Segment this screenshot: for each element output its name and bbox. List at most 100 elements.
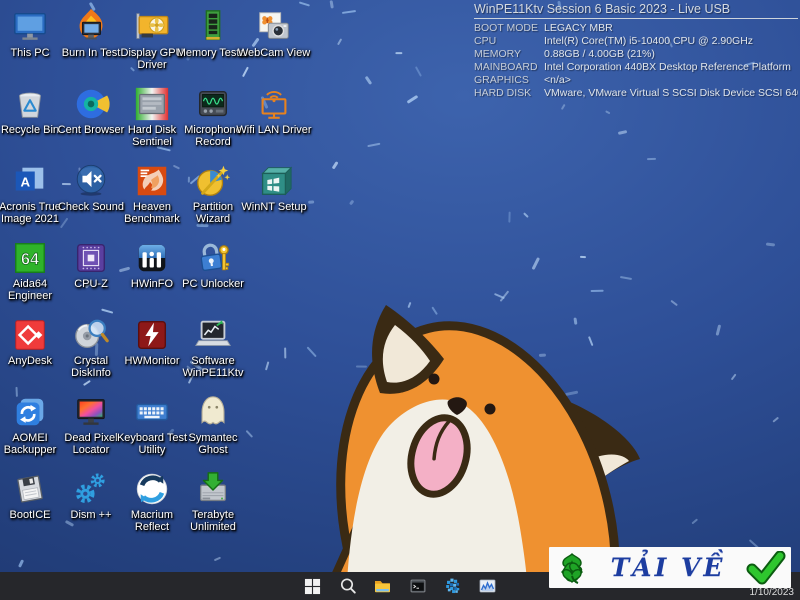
- desktop-icon-label: Terabyte Unlimited: [175, 510, 251, 533]
- system-info-row: BOOT MODELEGACY MBR: [474, 22, 798, 35]
- symantec-ghost-icon: [194, 393, 232, 431]
- taskbar-pe-tools-button[interactable]: [439, 572, 466, 600]
- desktop-icon-label: Symantec Ghost: [175, 433, 251, 456]
- aida64-icon: 64: [11, 239, 49, 277]
- taskbar-task-manager-button[interactable]: [474, 572, 501, 600]
- wallpaper-streak: [691, 518, 698, 524]
- clover-icon: [554, 550, 590, 586]
- task-manager-icon: [478, 577, 497, 595]
- wallpaper-streak: [772, 417, 779, 423]
- system-info-value: LEGACY MBR: [544, 22, 798, 35]
- taskbar-file-explorer-button[interactable]: [369, 572, 396, 600]
- system-info-value: <n/a>: [544, 74, 798, 87]
- taskbar-date[interactable]: 1/10/2023: [750, 588, 795, 598]
- macrium-reflect-icon: [133, 470, 171, 508]
- wallpaper-streak: [299, 2, 310, 7]
- system-info-row: GRAPHICS<n/a>: [474, 74, 798, 87]
- wallpaper-streak: [716, 325, 721, 336]
- microphone-record-icon: [194, 85, 232, 123]
- winnt-setup-icon: [255, 162, 293, 200]
- wallpaper-streak: [670, 300, 678, 306]
- wallpaper-streak: [365, 76, 372, 85]
- system-info-label: MAINBOARD: [474, 61, 544, 74]
- wallpaper-streak: [531, 257, 539, 270]
- heaven-benchmark-icon: [133, 162, 171, 200]
- system-info-row: MEMORY0.88GB / 4.00GB (21%): [474, 48, 798, 61]
- wallpaper-streak: [395, 52, 402, 54]
- wallpaper-streak: [647, 157, 656, 159]
- desktop-icon-winnt-setup[interactable]: WinNT Setup: [236, 162, 312, 214]
- system-info-row: CPUIntel(R) Core(TM) i5-10400 CPU @ 2.90…: [474, 35, 798, 48]
- wallpaper-streak: [342, 10, 356, 14]
- wallpaper-streak: [331, 161, 338, 169]
- system-info-value: VMware, VMware Virtual S SCSI Disk Devic…: [544, 87, 798, 100]
- anydesk-icon: [11, 316, 49, 354]
- bootice-icon: [11, 470, 49, 508]
- partition-wizard-icon: [194, 162, 232, 200]
- wallpaper-streak: [349, 200, 354, 206]
- search-icon: [339, 577, 357, 595]
- wallpaper-streak: [561, 104, 566, 110]
- wallpaper-streak: [337, 38, 342, 45]
- svg-text:A: A: [20, 175, 30, 190]
- acronis-icon: A: [11, 162, 49, 200]
- taskbar-search-button[interactable]: [334, 572, 361, 600]
- wallpaper-streak: [580, 255, 586, 257]
- taskbar-command-prompt-button[interactable]: [404, 572, 431, 600]
- wallpaper-streak: [523, 212, 528, 217]
- recycle-bin-icon: [11, 85, 49, 123]
- system-info-overlay: WinPE11Ktv Session 6 Basic 2023 - Live U…: [474, 2, 798, 99]
- system-info-label: MEMORY: [474, 48, 544, 61]
- wallpaper-streak: [242, 66, 249, 77]
- wallpaper-streak: [407, 96, 418, 104]
- wallpaper-streak: [766, 243, 775, 247]
- wallpaper-streak: [285, 348, 287, 359]
- wallpaper-streak: [265, 362, 270, 371]
- download-banner[interactable]: TẢI VỀ: [549, 547, 791, 588]
- command-prompt-icon: [409, 577, 427, 595]
- wallpaper-streak: [591, 290, 604, 292]
- system-info-label: HARD DISK: [474, 87, 544, 100]
- system-info-row: MAINBOARDIntel Corporation 440BX Desktop…: [474, 61, 798, 74]
- wallpaper-streak: [330, 0, 334, 8]
- system-info-label: GRAPHICS: [474, 74, 544, 87]
- desktop-icon-label: WebCam View: [236, 48, 312, 60]
- wallpaper-streak: [618, 130, 627, 134]
- wallpaper-streak: [605, 110, 611, 115]
- wallpaper-streak: [509, 211, 511, 222]
- hard-disk-sentinel-icon: [133, 85, 171, 123]
- wallpaper-streak: [731, 374, 737, 381]
- start-icon: [304, 578, 321, 595]
- system-info-label: BOOT MODE: [474, 22, 544, 35]
- desktop-icon-label: Software WinPE11Ktv: [175, 356, 251, 379]
- wifi-lan-driver-icon: [255, 85, 293, 123]
- desktop-icon-webcam-view[interactable]: WebCam View: [236, 8, 312, 60]
- system-info-rows: BOOT MODELEGACY MBRCPUIntel(R) Core(TM) …: [474, 22, 798, 99]
- desktop-icon-software-winpe11ktv[interactable]: Software WinPE11Ktv: [175, 316, 251, 379]
- system-info-row: HARD DISKVMware, VMware Virtual S SCSI D…: [474, 87, 798, 100]
- software-winpe11ktv-icon: [194, 316, 232, 354]
- hwinfo-icon: [133, 239, 171, 277]
- display-gpu-driver-icon: [133, 8, 171, 46]
- taskbar-start-button[interactable]: [299, 572, 326, 600]
- this-pc-icon: [11, 8, 49, 46]
- system-info-value: Intel(R) Core(TM) i5-10400 CPU @ 2.90GHz: [544, 35, 798, 48]
- system-info-label: CPU: [474, 35, 544, 48]
- desktop-icon-pc-unlocker[interactable]: PC Unlocker: [175, 239, 251, 291]
- terabyte-unlimited-icon: [194, 470, 232, 508]
- desktop-icon-wifi-lan-driver[interactable]: Wifi LAN Driver: [236, 85, 312, 137]
- desktop-icon-label: WinNT Setup: [236, 202, 312, 214]
- wallpaper-streak: [415, 67, 421, 77]
- pe-tools-icon: [443, 577, 462, 596]
- file-explorer-icon: [373, 577, 392, 595]
- wallpaper-streak: [18, 559, 24, 568]
- check-sound-icon: [72, 162, 110, 200]
- svg-text:64: 64: [21, 251, 39, 269]
- pc-unlocker-icon: [194, 239, 232, 277]
- cent-browser-icon: [72, 85, 110, 123]
- desktop-icon-label: PC Unlocker: [175, 279, 251, 291]
- download-banner-label: TẢI VỀ: [611, 553, 726, 582]
- desktop-icon-terabyte-unlimited[interactable]: Terabyte Unlimited: [175, 470, 251, 533]
- desktop-icon-symantec-ghost[interactable]: Symantec Ghost: [175, 393, 251, 456]
- wallpaper-streak: [620, 276, 632, 280]
